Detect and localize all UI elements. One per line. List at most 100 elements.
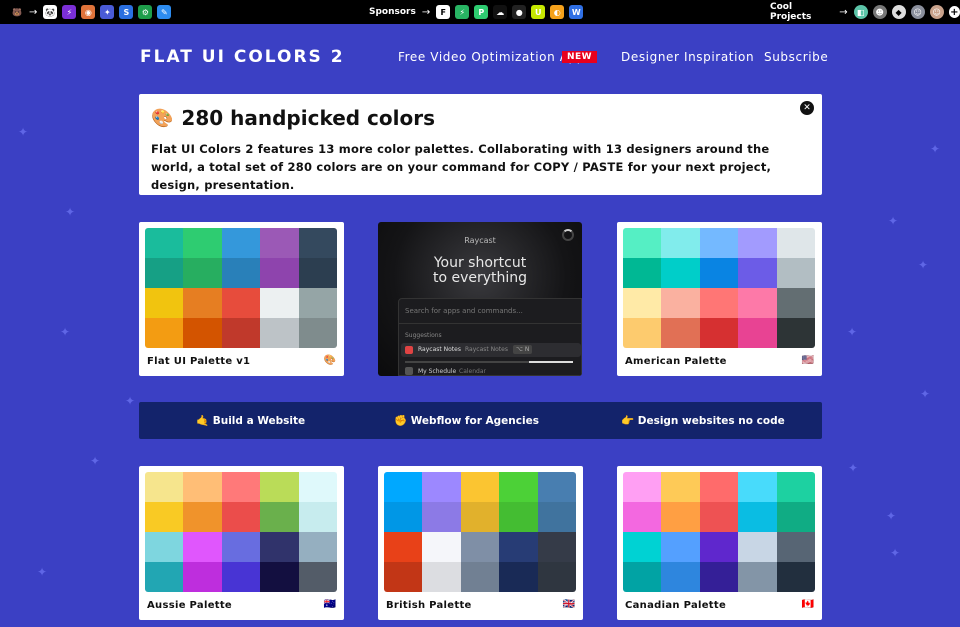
color-swatch[interactable] <box>298 288 337 318</box>
color-swatch[interactable] <box>183 532 222 562</box>
color-swatch[interactable] <box>776 288 815 318</box>
color-swatch[interactable] <box>221 532 261 562</box>
color-swatch[interactable] <box>699 228 739 258</box>
webflow-icon[interactable]: W <box>569 5 584 19</box>
color-swatch[interactable] <box>537 562 576 592</box>
link-build-website[interactable]: 🤙 Build a Website <box>196 414 305 427</box>
color-swatch[interactable] <box>422 472 461 502</box>
color-swatch[interactable] <box>422 562 461 592</box>
color-swatch[interactable] <box>499 562 538 592</box>
color-swatch[interactable] <box>661 532 700 562</box>
palette-card-british[interactable]: British Palette 🇬🇧 <box>378 466 583 620</box>
p-icon[interactable]: P <box>474 5 489 19</box>
panda-icon[interactable]: 🐼 <box>43 5 58 19</box>
color-swatch[interactable] <box>699 532 739 562</box>
palette-card-american[interactable]: American Palette 🇺🇸 <box>617 222 822 376</box>
color-swatch[interactable] <box>699 502 739 532</box>
color-swatch[interactable] <box>537 502 576 532</box>
palette-card-aussie[interactable]: Aussie Palette 🇦🇺 <box>139 466 344 620</box>
color-swatch[interactable] <box>183 258 222 288</box>
blue-app-icon[interactable]: ✎ <box>157 5 172 19</box>
color-swatch[interactable] <box>738 502 777 532</box>
color-swatch[interactable] <box>499 472 538 502</box>
color-swatch[interactable] <box>183 562 222 592</box>
color-swatch[interactable] <box>623 532 662 562</box>
color-swatch[interactable] <box>183 502 222 532</box>
color-swatch[interactable] <box>623 472 662 502</box>
color-swatch[interactable] <box>623 258 662 288</box>
color-swatch[interactable] <box>623 502 662 532</box>
color-swatch[interactable] <box>661 318 700 348</box>
color-swatch[interactable] <box>145 532 184 562</box>
color-swatch[interactable] <box>145 288 184 318</box>
color-swatch[interactable] <box>776 228 815 258</box>
avatar-project-icon[interactable]: ☻ <box>872 5 887 19</box>
color-swatch[interactable] <box>221 288 261 318</box>
color-swatch[interactable] <box>738 562 777 592</box>
color-swatch[interactable] <box>422 532 461 562</box>
nav-subscribe[interactable]: Subscribe <box>764 50 828 64</box>
color-swatch[interactable] <box>699 472 739 502</box>
color-swatch[interactable] <box>537 532 576 562</box>
palette-card-canadian[interactable]: Canadian Palette 🇨🇦 <box>617 466 822 620</box>
color-swatch[interactable] <box>661 288 700 318</box>
color-swatch[interactable] <box>460 502 500 532</box>
color-swatch[interactable] <box>776 562 815 592</box>
color-swatch[interactable] <box>260 502 299 532</box>
sparkle-icon[interactable]: ✦ <box>100 5 115 19</box>
green-bolt-icon[interactable]: ⚡ <box>455 5 470 19</box>
color-swatch[interactable] <box>699 562 739 592</box>
color-swatch[interactable] <box>260 318 299 348</box>
color-swatch[interactable] <box>298 472 337 502</box>
color-swatch[interactable] <box>776 318 815 348</box>
raycast-ad-card[interactable]: Raycast Your shortcut to everything Sear… <box>378 222 582 376</box>
color-swatch[interactable] <box>221 318 261 348</box>
color-swatch[interactable] <box>298 562 337 592</box>
color-swatch[interactable] <box>661 258 700 288</box>
color-swatch[interactable] <box>738 318 777 348</box>
color-swatch[interactable] <box>221 228 261 258</box>
color-swatch[interactable] <box>145 258 184 288</box>
color-swatch[interactable] <box>776 532 815 562</box>
color-swatch[interactable] <box>661 472 700 502</box>
cool-projects-label[interactable]: Cool Projects <box>770 2 833 22</box>
orange-icon[interactable]: ◐ <box>550 5 565 19</box>
u-icon[interactable]: U <box>531 5 546 19</box>
color-swatch[interactable] <box>145 472 184 502</box>
bolt-icon[interactable]: ⚡ <box>62 5 77 19</box>
site-logo[interactable]: FLAT UI COLORS 2 <box>140 47 345 67</box>
color-swatch[interactable] <box>260 562 299 592</box>
color-swatch[interactable] <box>738 228 777 258</box>
color-swatch[interactable] <box>776 472 815 502</box>
color-swatch[interactable] <box>537 472 576 502</box>
color-swatch[interactable] <box>738 472 777 502</box>
color-swatch[interactable] <box>499 532 538 562</box>
color-swatch[interactable] <box>298 228 337 258</box>
cloud-icon[interactable]: ☁ <box>493 5 508 19</box>
color-swatch[interactable] <box>499 502 538 532</box>
face-project-icon[interactable]: ☺ <box>910 5 925 19</box>
red-dot-icon[interactable]: ● <box>512 5 527 19</box>
link-design-no-code[interactable]: 👉 Design websites no code <box>621 414 785 427</box>
color-swatch[interactable] <box>183 288 222 318</box>
color-swatch[interactable] <box>661 502 700 532</box>
color-swatch[interactable] <box>623 318 662 348</box>
color-swatch[interactable] <box>738 532 777 562</box>
color-swatch[interactable] <box>221 502 261 532</box>
plus-icon[interactable]: + <box>948 6 960 18</box>
color-swatch[interactable] <box>260 288 299 318</box>
color-swatch[interactable] <box>384 472 423 502</box>
color-swatch[interactable] <box>183 318 222 348</box>
color-swatch[interactable] <box>623 562 662 592</box>
color-swatch[interactable] <box>661 562 700 592</box>
color-swatch[interactable] <box>738 258 777 288</box>
close-icon[interactable]: ✕ <box>800 101 814 115</box>
color-swatch[interactable] <box>776 502 815 532</box>
color-swatch[interactable] <box>623 228 662 258</box>
color-swatch[interactable] <box>422 502 461 532</box>
color-swatch[interactable] <box>460 562 500 592</box>
color-swatch[interactable] <box>460 472 500 502</box>
color-swatch[interactable] <box>661 228 700 258</box>
palette-card-flat-ui-v1[interactable]: Flat UI Palette v1 🎨 <box>139 222 344 376</box>
color-swatch[interactable] <box>260 228 299 258</box>
